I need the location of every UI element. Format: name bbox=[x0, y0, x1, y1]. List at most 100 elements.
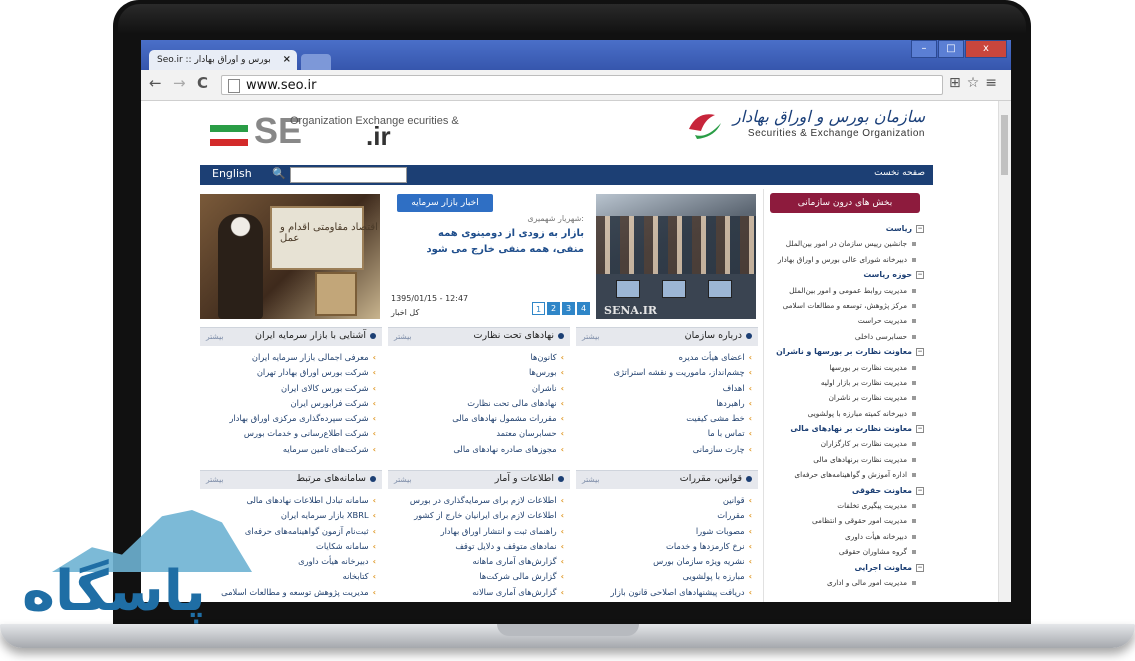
pager-page-3[interactable]: 3 bbox=[562, 302, 575, 315]
pager-page-4[interactable]: 4 bbox=[577, 302, 590, 315]
more-link[interactable]: بیشتر bbox=[582, 475, 599, 484]
box-title[interactable]: قوانین، مقررات bbox=[680, 473, 752, 484]
home-link[interactable]: صفحه نخست bbox=[874, 168, 925, 178]
box-link[interactable]: معرفی اجمالی بازار سرمایه ایران bbox=[200, 350, 382, 365]
sidebar-item[interactable]: گروه مشاوران حقوقی bbox=[764, 544, 930, 559]
capital-market-news-button[interactable]: اخبار بازار سرمایه bbox=[397, 194, 493, 212]
new-tab-button[interactable] bbox=[301, 54, 331, 70]
sidebar-item[interactable]: مدیریت نظارت بر ناشران bbox=[764, 390, 930, 405]
sidebar-item[interactable]: اداره آموزش و گواهینامه‌های حرفه‌ای bbox=[764, 467, 930, 482]
seo-ir-logo[interactable]: SE Organization Exchange ecurities & .ir bbox=[210, 111, 459, 155]
sidebar-item[interactable]: مرکز پژوهش، توسعه و مطالعات اسلامی bbox=[764, 298, 930, 313]
box-link[interactable]: کانون‌ها bbox=[388, 350, 570, 365]
forward-icon[interactable]: → bbox=[173, 74, 186, 92]
scrollbar-thumb[interactable] bbox=[1001, 115, 1008, 175]
box-link[interactable]: راهنمای ثبت و انتشار اوراق بهادار bbox=[388, 524, 570, 539]
more-link[interactable]: بیشتر bbox=[394, 475, 411, 484]
all-news-link[interactable]: کل اخبار bbox=[391, 308, 419, 317]
sidebar-item[interactable]: دبیرخانه هیأت داوری bbox=[764, 529, 930, 544]
box-link[interactable]: گزارش‌های آماری ماهانه bbox=[388, 554, 570, 569]
box-link[interactable]: مبارزه با پولشویی bbox=[576, 569, 758, 584]
sidebar-group-heading[interactable]: −معاونت نظارت بر بورسها و ناشران bbox=[764, 344, 930, 359]
sidebar-item[interactable]: دبیرخانه کمیته مبارزه با پولشویی bbox=[764, 406, 930, 421]
search-input[interactable] bbox=[290, 167, 407, 183]
box-title[interactable]: سامانه‌های مرتبط bbox=[296, 473, 376, 484]
news-headline[interactable]: بازار به زودی از دومینوی همه منفی، همه م… bbox=[404, 226, 584, 258]
box-link[interactable]: سامانه تبادل اطلاعات نهادهای مالی bbox=[200, 493, 382, 508]
box-link[interactable]: مقررات مشمول نهادهای مالی bbox=[388, 411, 570, 426]
sidebar-group-heading[interactable]: −ریاست bbox=[764, 221, 930, 236]
box-link[interactable]: قوانین bbox=[576, 493, 758, 508]
box-link[interactable]: اهداف bbox=[576, 381, 758, 396]
tab-close-icon[interactable]: × bbox=[283, 50, 291, 70]
box-link[interactable]: نرخ کارمزدها و خدمات bbox=[576, 539, 758, 554]
box-link[interactable]: ناشران bbox=[388, 381, 570, 396]
box-link[interactable]: چشم‌انداز، ماموریت و نقشه استراتژی bbox=[576, 365, 758, 380]
box-title[interactable]: اطلاعات و آمار bbox=[495, 473, 564, 484]
box-link[interactable]: حسابرسان معتمد bbox=[388, 426, 570, 441]
sidebar-item[interactable]: مدیریت روابط عمومی و امور بین‌الملل bbox=[764, 283, 930, 298]
toolbar-icons[interactable]: ⊞☆≡ bbox=[949, 75, 1003, 91]
pager-page-2[interactable]: 2 bbox=[547, 302, 560, 315]
box-link[interactable]: چارت سازمانی bbox=[576, 442, 758, 457]
sidebar-item[interactable]: مدیریت نظارت بر بورسها bbox=[764, 360, 930, 375]
box-link[interactable]: نمادهای متوقف و دلایل توقف bbox=[388, 539, 570, 554]
trading-floor-image[interactable]: SENA.IR bbox=[596, 194, 756, 319]
box-link[interactable]: نشریه ویژه سازمان بورس bbox=[576, 554, 758, 569]
address-bar[interactable]: www.seo.ir bbox=[221, 75, 943, 95]
reload-icon[interactable]: C bbox=[197, 74, 208, 92]
sidebar-group-heading[interactable]: −حوزه ریاست bbox=[764, 267, 930, 282]
box-link[interactable]: راهبردها bbox=[576, 396, 758, 411]
box-link[interactable]: دریافت پیشنهادهای اصلاحی قانون بازار bbox=[576, 585, 758, 600]
box-link[interactable]: اطلاعات لازم برای ایرانیان خارج از کشور bbox=[388, 508, 570, 523]
search-icon[interactable]: 🔍 bbox=[272, 167, 286, 180]
box-link[interactable]: شرکت فرابورس ایران bbox=[200, 396, 382, 411]
seo-organization-logo[interactable]: سازمان بورس و اوراق بهادار Securities & … bbox=[675, 107, 925, 159]
english-link[interactable]: English bbox=[212, 167, 252, 180]
box-link[interactable]: اطلاعات لازم برای سرمایه‌گذاری در بورس bbox=[388, 493, 570, 508]
sidebar-item[interactable]: مدیریت نظارت بر بازار اولیه bbox=[764, 375, 930, 390]
box-title[interactable]: درباره سازمان bbox=[685, 330, 752, 341]
box-link[interactable]: مقررات bbox=[576, 508, 758, 523]
browser-tab[interactable]: Seo.ir :: بورس و اوراق بهادار × bbox=[149, 50, 297, 70]
sidebar-group-heading[interactable]: −معاونت اجرایی bbox=[764, 560, 930, 575]
sidebar-group-heading[interactable]: −معاونت حقوقی bbox=[764, 483, 930, 498]
more-link[interactable]: بیشتر bbox=[206, 475, 223, 484]
box-title[interactable]: آشنایی با بازار سرمایه ایران bbox=[255, 330, 376, 341]
more-link[interactable]: بیشتر bbox=[582, 332, 599, 341]
more-link[interactable]: بیشتر bbox=[206, 332, 223, 341]
box-link[interactable]: گزارش مالی شرکت‌ها bbox=[388, 569, 570, 584]
sidebar-item[interactable]: مدیریت نظارت برنهادهای مالی bbox=[764, 452, 930, 467]
sidebar-item[interactable]: مدیریت امور حقوقی و انتظامی bbox=[764, 513, 930, 528]
box-link[interactable]: شرکت سپرده‌گذاری مرکزی اوراق بهادار bbox=[200, 411, 382, 426]
box-link[interactable]: مجوزهای صادره نهادهای مالی bbox=[388, 442, 570, 457]
maximize-icon[interactable]: □ bbox=[938, 40, 964, 58]
back-icon[interactable]: ← bbox=[149, 74, 162, 92]
box-link[interactable]: شرکت‌های تامین سرمایه bbox=[200, 442, 382, 457]
box-link[interactable]: شرکت اطلاع‌رسانی و خدمات بورس bbox=[200, 426, 382, 441]
sidebar-group-heading[interactable]: −معاونت نظارت بر نهادهای مالی bbox=[764, 421, 930, 436]
sidebar-item[interactable]: مدیریت پیگیری تخلفات bbox=[764, 498, 930, 513]
box-link[interactable]: خط مشی کیفیت bbox=[576, 411, 758, 426]
minimize-icon[interactable]: – bbox=[911, 40, 937, 58]
leader-slide-image[interactable]: اقتصاد مقاومتی اقدام و عمل bbox=[200, 194, 380, 319]
more-link[interactable]: بیشتر bbox=[394, 332, 411, 341]
box-link[interactable]: مصوبات شورا bbox=[576, 524, 758, 539]
pager-page-1[interactable]: 1 bbox=[532, 302, 545, 315]
box-title[interactable]: نهادهای تحت نظارت bbox=[474, 330, 564, 341]
sidebar-item[interactable]: جانشین رییس سازمان در امور بین‌الملل bbox=[764, 236, 930, 251]
vertical-scrollbar[interactable] bbox=[998, 101, 1011, 602]
box-link[interactable]: اعضای هیأت مدیره bbox=[576, 350, 758, 365]
close-window-icon[interactable]: x bbox=[965, 40, 1007, 58]
sidebar-item[interactable]: مدیریت حراست bbox=[764, 313, 930, 328]
box-link[interactable]: تماس با ما bbox=[576, 426, 758, 441]
box-link[interactable]: نهادهای مالی تحت نظارت bbox=[388, 396, 570, 411]
box-link[interactable]: گزارش‌های آماری سالانه bbox=[388, 585, 570, 600]
sidebar-item[interactable]: دبیرخانه شورای عالی بورس و اوراق بهادار bbox=[764, 252, 930, 267]
box-link[interactable]: شرکت بورس اوراق بهادار تهران bbox=[200, 365, 382, 380]
sidebar-item[interactable]: مدیریت نظارت بر کارگزاران bbox=[764, 436, 930, 451]
box-link[interactable]: بورس‌ها bbox=[388, 365, 570, 380]
box-link[interactable]: شرکت بورس کالای ایران bbox=[200, 381, 382, 396]
sidebar-item[interactable]: مدیریت امور مالی و اداری bbox=[764, 575, 930, 590]
sidebar-item[interactable]: حسابرسی داخلی bbox=[764, 329, 930, 344]
